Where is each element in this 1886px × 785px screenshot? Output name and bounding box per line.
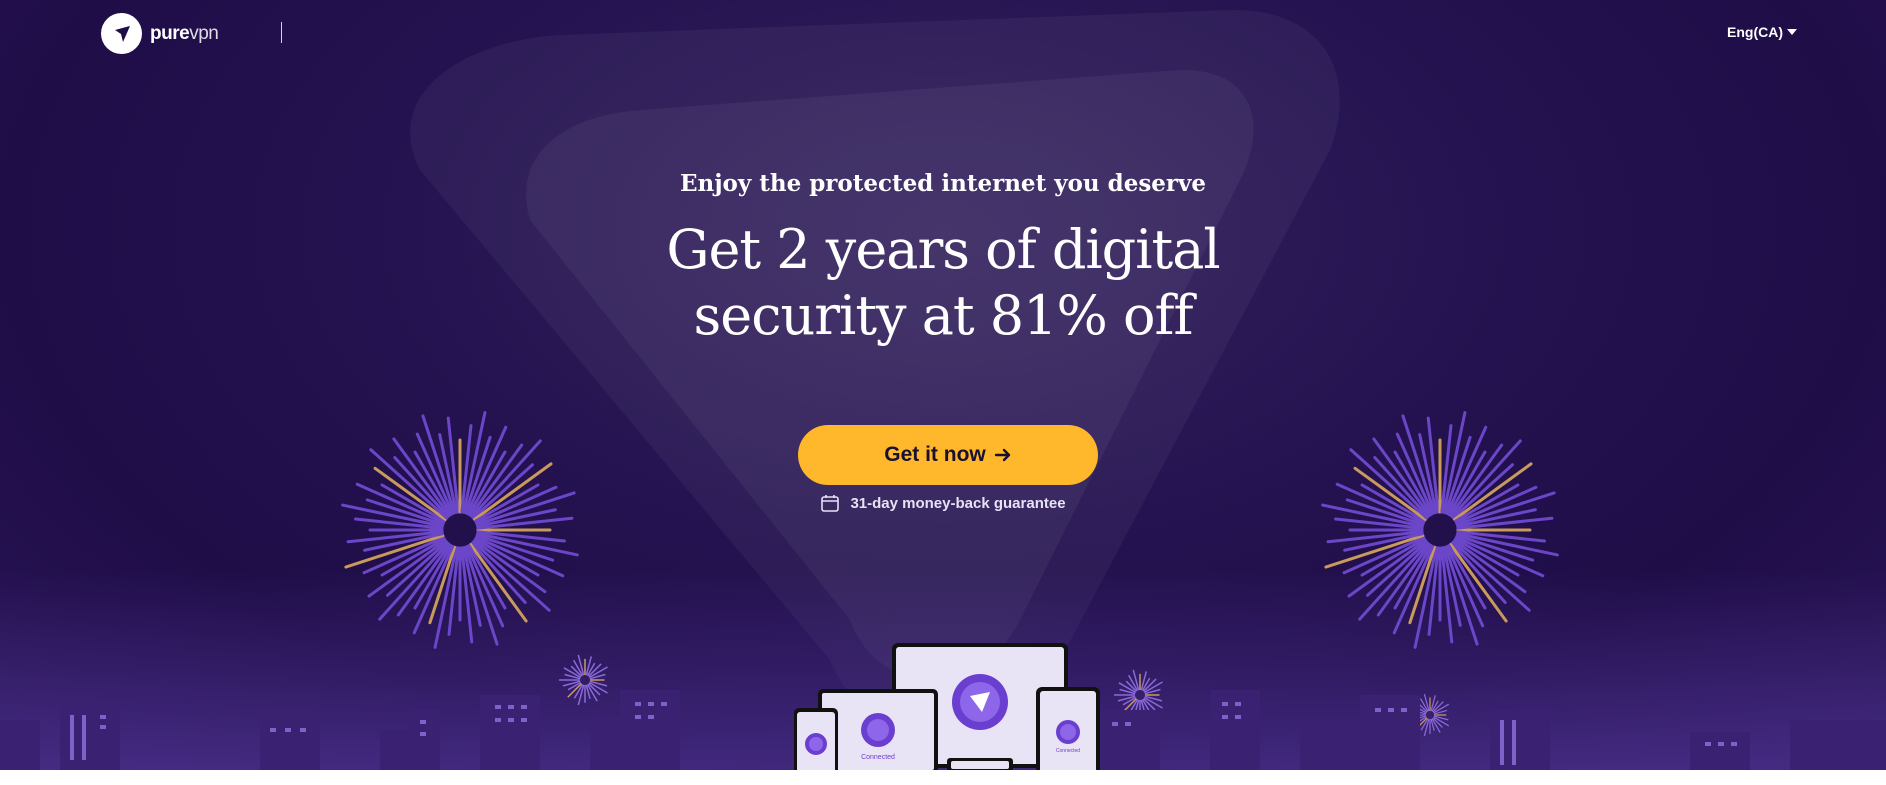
calendar-icon: [820, 493, 840, 513]
language-selector[interactable]: Eng(CA): [1727, 24, 1797, 40]
top-navigation-bar: purevpn Eng(CA): [0, 0, 1886, 68]
purevpn-logo-link[interactable]: purevpn: [101, 13, 219, 54]
language-label: Eng(CA): [1727, 24, 1783, 40]
devices-illustration: Connected Connected: [794, 643, 1100, 770]
firework-right-large: [1321, 411, 1559, 649]
get-it-now-button[interactable]: Get it now: [798, 425, 1098, 485]
caret-down-icon: [1787, 29, 1797, 35]
guarantee-text: 31-day money-back guarantee: [850, 494, 1066, 512]
headline-line-2: security at 81% off: [693, 284, 1194, 347]
arrow-right-icon: [994, 446, 1012, 464]
hero-headline: Get 2 years of digital security at 81% o…: [543, 217, 1343, 349]
hero-section: Connected Connected: [0, 0, 1886, 770]
header-divider: [281, 22, 282, 43]
tablet-status-text: Connected: [861, 754, 895, 761]
cta-label: Get it now: [884, 443, 986, 466]
phone-status-text: Connected: [1056, 748, 1080, 754]
headline-line-1: Get 2 years of digital: [666, 218, 1220, 281]
purevpn-logo-icon: [101, 13, 142, 54]
money-back-guarantee: 31-day money-back guarantee: [0, 493, 1886, 513]
firework-left-large: [341, 411, 579, 649]
purevpn-logo-text: purevpn: [150, 22, 219, 44]
hero-kicker: Enjoy the protected internet you deserve: [679, 170, 1207, 197]
